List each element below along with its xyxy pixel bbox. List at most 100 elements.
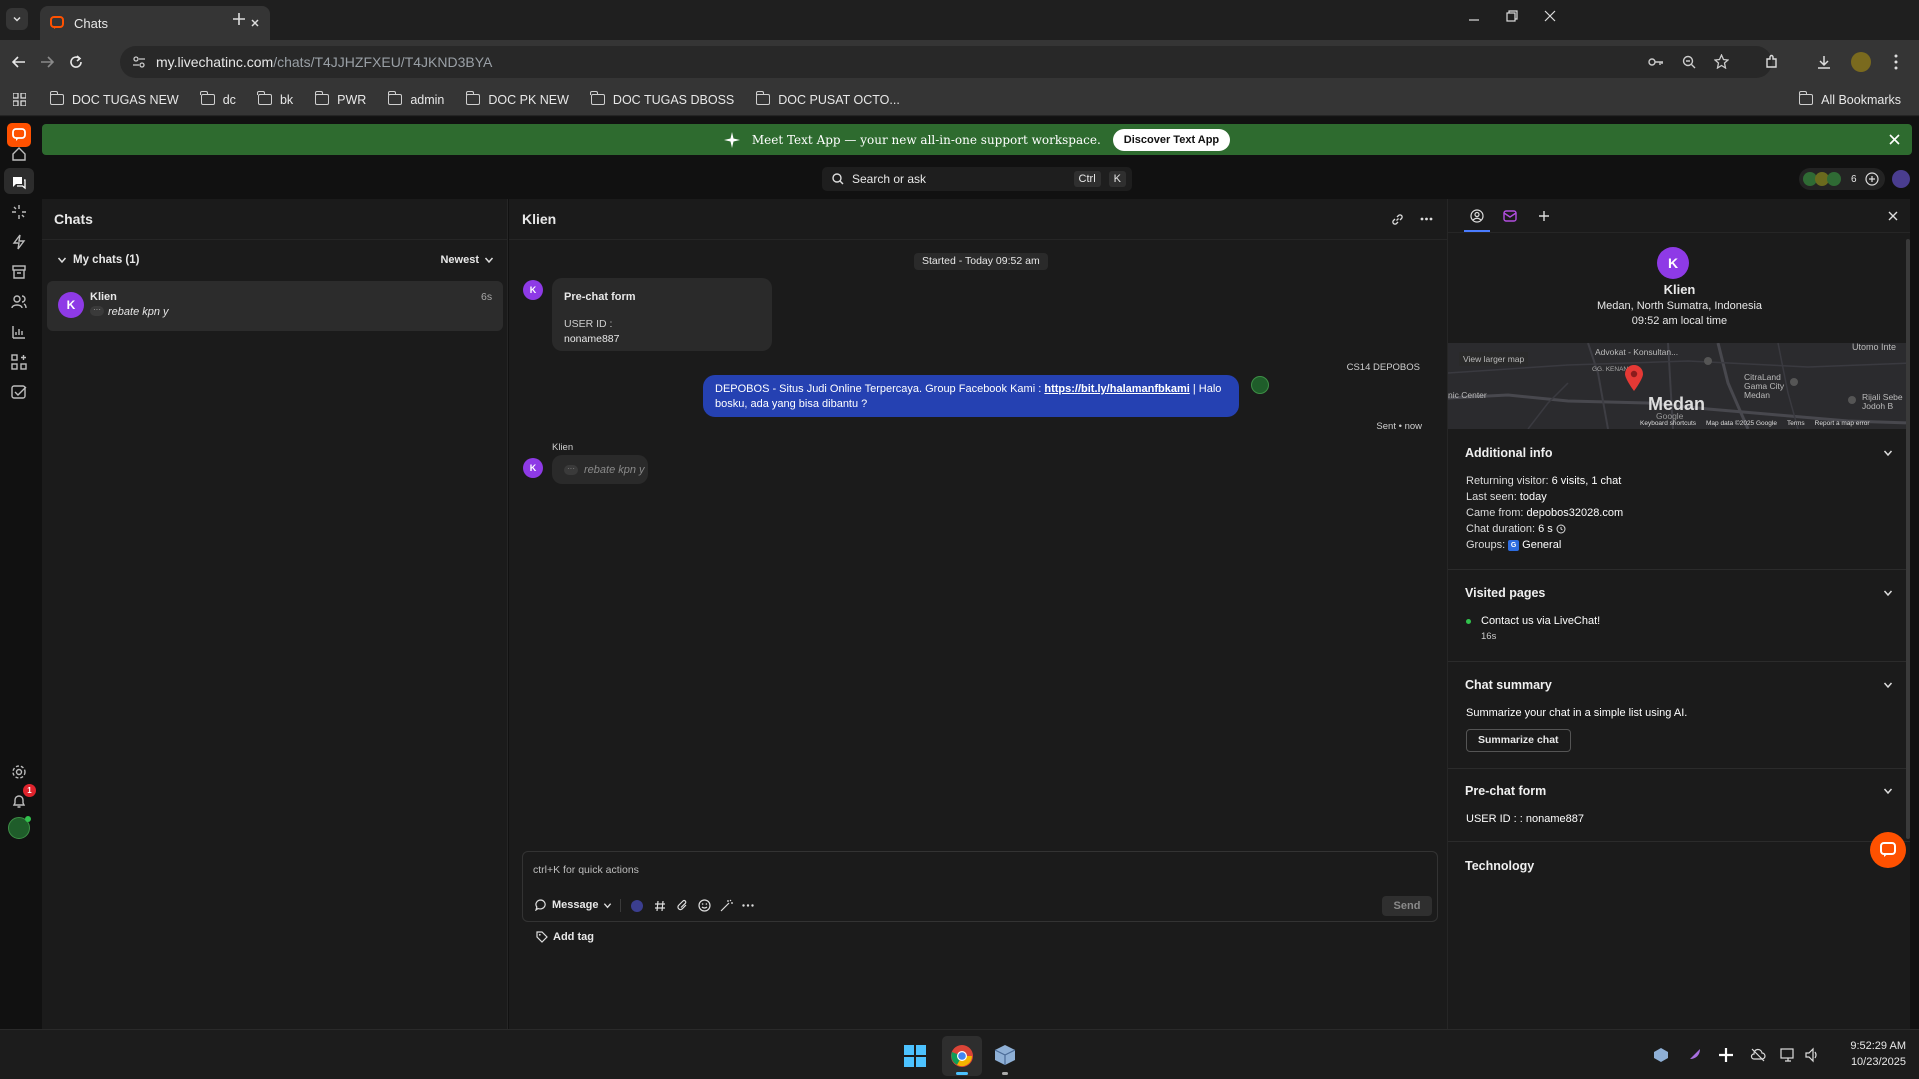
customer-profile-tab-icon[interactable]	[1470, 209, 1484, 223]
reports-chart-icon[interactable]	[11, 324, 27, 340]
settings-gear-icon[interactable]	[11, 764, 27, 780]
password-key-icon[interactable]	[1648, 55, 1664, 69]
copilot-icon[interactable]	[631, 900, 643, 912]
reload-icon[interactable]	[69, 55, 83, 69]
network-icon[interactable]	[1780, 1047, 1796, 1063]
visited-page-title[interactable]: Contact us via LiveChat!	[1481, 615, 1600, 627]
tab-search-button[interactable]	[6, 8, 28, 30]
close-tab-icon[interactable]	[250, 18, 260, 28]
message-composer[interactable]: ctrl+K for quick actions Message Send	[522, 851, 1438, 922]
all-bookmarks[interactable]: All Bookmarks	[1798, 91, 1901, 107]
zoom-icon[interactable]	[1682, 55, 1696, 69]
navigation-rail: 1	[0, 117, 38, 1029]
bookmark-folder[interactable]: admin	[387, 91, 444, 107]
keyboard-shortcuts-link[interactable]: Keyboard shortcuts	[1640, 420, 1696, 427]
prechat-form-header[interactable]: Pre-chat form	[1465, 784, 1893, 798]
site-info-icon[interactable]	[132, 55, 146, 69]
add-agent-icon[interactable]	[1864, 172, 1879, 186]
close-window-icon[interactable]	[1544, 10, 1556, 22]
attachment-paperclip-icon[interactable]	[676, 899, 689, 912]
forward-icon[interactable]	[40, 55, 54, 69]
livechat-logo[interactable]	[7, 123, 31, 147]
tray-plus-icon[interactable]	[1718, 1047, 1734, 1063]
bookmark-folder[interactable]: DOC PUSAT OCTO...	[755, 91, 900, 107]
link-icon[interactable]	[1391, 213, 1404, 226]
bookmark-folder[interactable]: DOC TUGAS NEW	[49, 91, 179, 107]
clock[interactable]: 9:52:29 AM 10/23/2025	[1826, 1038, 1906, 1070]
report-map-error-link[interactable]: Report a map error	[1815, 420, 1870, 427]
list-item[interactable]: K Klien 6s ··· rebate kpn y	[47, 281, 503, 331]
engage-sparkle-icon[interactable]	[11, 204, 27, 220]
bookmark-folder[interactable]: dc	[200, 91, 236, 107]
app-box-icon[interactable]	[994, 1044, 1016, 1066]
minimize-icon[interactable]	[1468, 14, 1480, 26]
technology-title[interactable]: Technology	[1465, 859, 1534, 873]
emoji-smile-icon[interactable]	[698, 899, 711, 912]
extensions-icon[interactable]	[1764, 54, 1780, 70]
ai-magic-wand-icon[interactable]	[720, 899, 733, 912]
agent-message-bubble: DEPOBOS - Situs Judi Online Terpercaya. …	[703, 375, 1239, 417]
chat-widget-launcher[interactable]	[1870, 832, 1906, 868]
cloud-offline-icon[interactable]	[1750, 1047, 1766, 1063]
tray-app-icon[interactable]	[1653, 1047, 1669, 1063]
apps-icon[interactable]	[11, 354, 27, 370]
facebook-group-link[interactable]: https://bit.ly/halamanfbkami	[1044, 383, 1189, 395]
additional-info-header[interactable]: Additional info	[1465, 446, 1893, 460]
url-field[interactable]: my.livechatinc.com/chats/T4JJHZFXEU/T4JK…	[120, 46, 1772, 78]
more-options-icon[interactable]	[1420, 217, 1433, 221]
view-larger-map-link[interactable]: View larger map	[1459, 352, 1529, 366]
agents-online-cluster[interactable]: 6	[1799, 168, 1885, 190]
tray-feather-icon[interactable]	[1686, 1047, 1702, 1063]
more-tools-icon[interactable]	[742, 904, 754, 907]
map-label: Rijali Sebe Jodoh B	[1862, 392, 1903, 411]
restore-icon[interactable]	[1506, 10, 1518, 22]
close-banner-icon[interactable]	[1889, 134, 1900, 145]
automation-bolt-icon[interactable]	[11, 234, 27, 250]
windows-start-icon[interactable]	[904, 1045, 926, 1067]
chat-summary-header[interactable]: Chat summary	[1465, 678, 1893, 692]
tasks-check-icon[interactable]	[11, 384, 27, 400]
customer-location: Medan, North Sumatra, Indonesia	[1596, 300, 1763, 312]
folder-icon	[590, 91, 605, 105]
chat-item-name: Klien	[90, 291, 117, 303]
bookmark-folder[interactable]: DOC PK NEW	[465, 91, 569, 107]
archive-icon[interactable]	[11, 264, 27, 280]
sort-dropdown[interactable]: Newest	[440, 254, 479, 266]
came-from-link[interactable]: depobos32028.com	[1527, 507, 1624, 519]
chats-icon[interactable]	[11, 174, 27, 190]
my-chats-group[interactable]: My chats (1) Newest	[50, 248, 500, 272]
bookmark-star-icon[interactable]	[1714, 54, 1729, 69]
chat-item-time: 6s	[481, 291, 493, 303]
canned-response-hash-icon[interactable]	[654, 900, 666, 912]
app-tab-icon[interactable]	[1503, 209, 1517, 223]
bookmark-folder[interactable]: DOC TUGAS DBOSS	[590, 91, 734, 107]
info-label: Returning visitor:	[1466, 475, 1552, 487]
avatar: K	[58, 292, 84, 318]
close-details-icon[interactable]	[1888, 211, 1898, 221]
add-app-icon[interactable]	[1538, 210, 1550, 222]
location-map[interactable]: View larger map Advokat - Konsultan... C…	[1448, 343, 1910, 429]
apps-grid-icon[interactable]	[13, 93, 26, 106]
terms-link[interactable]: Terms	[1787, 420, 1805, 427]
bookmark-folder[interactable]: bk	[257, 91, 293, 107]
profile-avatar[interactable]	[1851, 52, 1871, 72]
message-mode-dropdown[interactable]: Message	[535, 899, 612, 911]
customers-icon[interactable]	[11, 294, 27, 310]
browser-menu-icon[interactable]	[1894, 54, 1898, 70]
visited-pages-header[interactable]: Visited pages	[1465, 586, 1893, 600]
summarize-chat-button[interactable]: Summarize chat	[1466, 729, 1571, 752]
new-tab-icon[interactable]	[232, 12, 246, 26]
taskbar-chrome-active[interactable]	[942, 1036, 982, 1076]
back-icon[interactable]	[12, 55, 26, 69]
copilot-icon[interactable]	[1892, 170, 1910, 188]
typing-dots-icon: ···	[90, 306, 104, 316]
home-icon[interactable]	[11, 146, 27, 162]
add-tag-button[interactable]: Add tag	[536, 931, 594, 943]
details-scrollbar[interactable]	[1906, 239, 1910, 839]
send-button[interactable]: Send	[1382, 896, 1432, 916]
global-search[interactable]: Search or ask Ctrl K	[822, 167, 1132, 191]
bookmark-folder[interactable]: PWR	[314, 91, 366, 107]
volume-icon[interactable]	[1804, 1047, 1820, 1063]
downloads-icon[interactable]	[1816, 54, 1832, 70]
discover-text-app-button[interactable]: Discover Text App	[1112, 128, 1231, 151]
